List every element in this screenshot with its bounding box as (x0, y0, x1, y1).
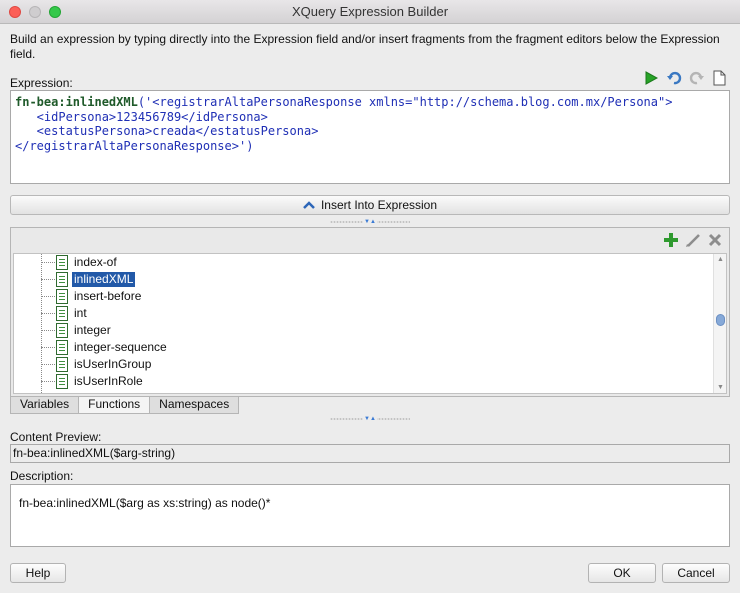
function-name: integer (74, 323, 111, 337)
list-item[interactable]: index-of (14, 254, 714, 271)
edit-icon[interactable] (685, 232, 701, 251)
function-name: insert-before (74, 289, 142, 303)
function-name: int (74, 306, 87, 320)
tree-connector (41, 313, 55, 314)
fragment-tabs: Variables Functions Namespaces (10, 397, 240, 414)
list-item[interactable]: integer (14, 322, 714, 339)
expression-label: Expression: (10, 76, 73, 90)
tree-connector (41, 364, 55, 365)
fragment-editor-panel: index-of inlinedXML insert-before int in… (10, 227, 730, 397)
function-icon (56, 289, 68, 304)
run-icon[interactable] (642, 69, 659, 86)
scroll-up-icon[interactable]: ▲ (717, 256, 724, 263)
function-icon (56, 323, 68, 338)
tab-functions[interactable]: Functions (78, 397, 151, 414)
tab-variables[interactable]: Variables (10, 397, 80, 414)
function-name: isUserInRole (74, 374, 143, 388)
function-name: index-of (74, 255, 117, 269)
expression-field[interactable]: fn-bea:inlinedXML('<registrarAltaPersona… (10, 90, 730, 184)
list-item[interactable]: inlinedXML (14, 271, 714, 288)
function-icon (56, 340, 68, 355)
expression-toolbar (642, 69, 728, 86)
splitter-handle[interactable]: ▼▲ (330, 415, 410, 422)
fragment-toolbar (663, 232, 723, 251)
add-icon[interactable] (663, 232, 679, 251)
tree-connector (41, 279, 55, 280)
insert-into-expression-button[interactable]: Insert Into Expression (10, 195, 730, 215)
expression-text: <idPersona>123456789</idPersona> (15, 109, 268, 124)
title-bar: XQuery Expression Builder (0, 0, 740, 24)
splitter-arrows-icon: ▼▲ (363, 218, 377, 225)
list-item[interactable]: integer-sequence (14, 339, 714, 356)
list-item[interactable]: isUserInRole (14, 373, 714, 390)
functions-tree[interactable]: index-of inlinedXML insert-before int in… (13, 253, 727, 394)
expression-function-name: fn-bea:inlinedXML (15, 95, 138, 109)
intro-text: Build an expression by typing directly i… (10, 32, 720, 61)
function-icon (56, 272, 68, 287)
tree-connector (41, 262, 55, 263)
delete-icon[interactable] (707, 232, 723, 251)
description-label: Description: (10, 469, 74, 483)
expression-text: </registrarAltaPersonaResponse>') (15, 138, 254, 153)
expression-line: <estatusPersona>creada</estatusPersona> (15, 124, 725, 139)
function-name: integer-sequence (74, 340, 167, 354)
content-preview-label: Content Preview: (10, 430, 102, 444)
tree-connector (41, 296, 55, 297)
splitter-arrows-icon: ▼▲ (363, 415, 377, 422)
splitter-handle[interactable]: ▼▲ (330, 218, 410, 225)
new-document-icon[interactable] (711, 69, 728, 86)
function-icon (56, 255, 68, 270)
ok-button[interactable]: OK (588, 563, 656, 583)
description-field: fn-bea:inlinedXML($arg as xs:string) as … (10, 484, 730, 547)
list-item[interactable]: insert-before (14, 288, 714, 305)
tree-connector (41, 347, 55, 348)
expression-line: fn-bea:inlinedXML('<registrarAltaPersona… (15, 95, 725, 110)
tree-connector (41, 330, 55, 331)
cancel-button[interactable]: Cancel (662, 563, 730, 583)
list-item[interactable]: isUserInGroup (14, 356, 714, 373)
expression-text: <estatusPersona>creada</estatusPersona> (15, 124, 319, 138)
function-name-selected: inlinedXML (72, 272, 136, 287)
window-title: XQuery Expression Builder (291, 4, 449, 19)
function-icon (56, 357, 68, 372)
insert-button-label: Insert Into Expression (320, 198, 438, 212)
redo-icon[interactable] (688, 69, 705, 86)
scrollbar-thumb[interactable] (716, 314, 725, 326)
vertical-scrollbar[interactable]: ▲ ▼ (713, 254, 726, 393)
function-icon (56, 306, 68, 321)
expression-line: </registrarAltaPersonaResponse>') (15, 139, 725, 154)
function-name: isUserInGroup (74, 357, 152, 371)
scroll-down-icon[interactable]: ▼ (717, 384, 724, 391)
expression-line: <idPersona>123456789</idPersona> (15, 110, 725, 125)
tab-namespaces[interactable]: Namespaces (149, 397, 240, 414)
undo-icon[interactable] (665, 69, 682, 86)
description-text: fn-bea:inlinedXML($arg as xs:string) as … (19, 496, 271, 510)
list-item[interactable]: int (14, 305, 714, 322)
tree-connector (41, 381, 55, 382)
function-icon (56, 374, 68, 389)
content-preview-field: fn-bea:inlinedXML($arg-string) (10, 444, 730, 463)
help-button[interactable]: Help (10, 563, 66, 583)
chevron-up-icon (303, 198, 315, 212)
expression-text: ('<registrarAltaPersonaResponse xmlns="h… (137, 95, 673, 109)
